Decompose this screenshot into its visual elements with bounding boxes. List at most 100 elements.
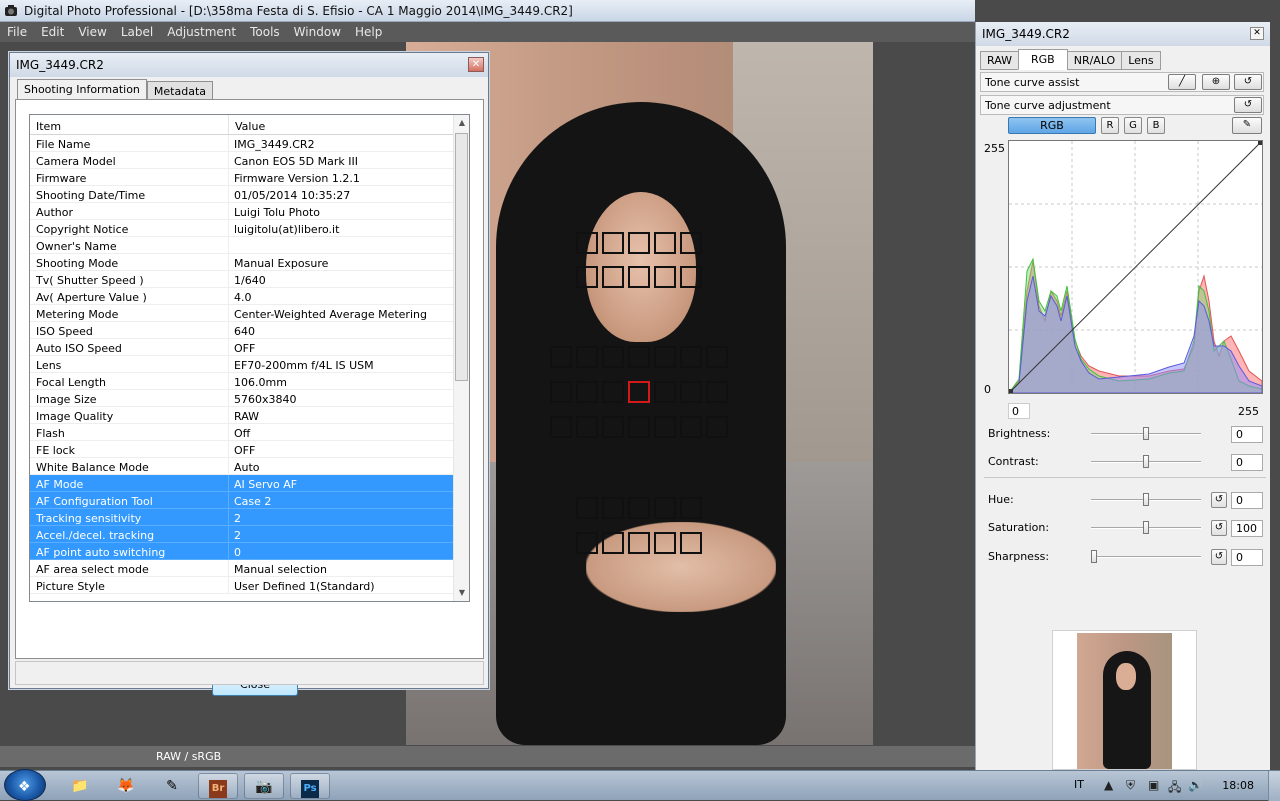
table-row[interactable]: Metering Mode Center-Weighted Average Met… bbox=[30, 305, 469, 322]
tab-metadata[interactable]: Metadata bbox=[146, 81, 214, 101]
table-row[interactable]: AF Configuration Tool Case 2 bbox=[30, 492, 469, 509]
curve-linear-icon[interactable]: ╱ bbox=[1168, 74, 1196, 90]
menu-adjustment[interactable]: Adjustment bbox=[160, 25, 243, 39]
table-row[interactable]: Camera Model Canon EOS 5D Mark III bbox=[30, 152, 469, 169]
tab-raw[interactable]: RAW bbox=[980, 51, 1019, 70]
slider-thumb[interactable] bbox=[1091, 550, 1097, 563]
navigator-thumbnail[interactable] bbox=[1052, 630, 1197, 770]
table-row[interactable]: White Balance Mode Auto bbox=[30, 458, 469, 475]
vertical-scrollbar[interactable]: ▲ ▼ bbox=[453, 115, 469, 601]
menu-tools[interactable]: Tools bbox=[243, 25, 287, 39]
table-row[interactable]: Focal Length 106.0mm bbox=[30, 373, 469, 390]
table-row[interactable]: Owner's Name bbox=[30, 237, 469, 254]
close-icon[interactable]: ✕ bbox=[468, 57, 484, 72]
table-row[interactable]: ISO Speed 640 bbox=[30, 322, 469, 339]
table-row[interactable]: Picture Style User Defined 1(Standard) bbox=[30, 577, 469, 594]
reset-icon[interactable]: ↺ bbox=[1211, 492, 1227, 508]
table-row[interactable]: Shooting Mode Manual Exposure bbox=[30, 254, 469, 271]
slider-value-field[interactable]: 0 bbox=[1231, 426, 1263, 443]
menu-help[interactable]: Help bbox=[348, 25, 389, 39]
af-point bbox=[602, 232, 624, 254]
table-row[interactable]: Shooting Date/Time 01/05/2014 10:35:27 bbox=[30, 186, 469, 203]
menu-edit[interactable]: Edit bbox=[34, 25, 71, 39]
table-row[interactable]: Firmware Firmware Version 1.2.1 bbox=[30, 169, 469, 186]
tab-shooting-information[interactable]: Shooting Information bbox=[17, 79, 147, 101]
channel-r-button[interactable]: R bbox=[1101, 117, 1119, 134]
slider-value-field[interactable]: 0 bbox=[1231, 549, 1263, 566]
tab-lens[interactable]: Lens bbox=[1121, 51, 1161, 70]
table-row[interactable]: Author Luigi Tolu Photo bbox=[30, 203, 469, 220]
slider-thumb[interactable] bbox=[1143, 427, 1149, 440]
show-desktop-button[interactable] bbox=[1268, 771, 1280, 801]
tone-curve-histogram[interactable] bbox=[1007, 140, 1263, 394]
table-row[interactable]: Flash Off bbox=[30, 424, 469, 441]
table-row[interactable]: Image Quality RAW bbox=[30, 407, 469, 424]
table-row[interactable]: Auto ISO Speed OFF bbox=[30, 339, 469, 356]
scroll-thumb[interactable] bbox=[455, 133, 468, 381]
table-row[interactable]: Copyright Notice luigitolu(at)libero.it bbox=[30, 220, 469, 237]
cell-item: ISO Speed bbox=[30, 322, 229, 338]
eyedropper-icon[interactable]: ✎ bbox=[1232, 117, 1262, 134]
slider-track[interactable] bbox=[1091, 556, 1201, 558]
clock[interactable]: 18:08 bbox=[1222, 779, 1254, 792]
column-header-value[interactable]: Value bbox=[229, 115, 271, 134]
start-button[interactable]: ❖ bbox=[4, 769, 46, 801]
slider-value-field[interactable]: 100 bbox=[1231, 520, 1263, 537]
reset-icon[interactable]: ↺ bbox=[1211, 520, 1227, 536]
table-row[interactable]: Lens EF70-200mm f/4L IS USM bbox=[30, 356, 469, 373]
menu-window[interactable]: Window bbox=[287, 25, 348, 39]
table-row[interactable]: File Name IMG_3449.CR2 bbox=[30, 135, 469, 152]
menu-label[interactable]: Label bbox=[114, 25, 160, 39]
scroll-down-icon[interactable]: ▼ bbox=[454, 585, 469, 601]
explorer-icon[interactable]: 📁 bbox=[60, 773, 100, 799]
table-row[interactable]: Av( Aperture Value ) 4.0 bbox=[30, 288, 469, 305]
slider-thumb[interactable] bbox=[1143, 455, 1149, 468]
slider-thumb[interactable] bbox=[1143, 521, 1149, 534]
firefox-icon[interactable]: 🦊 bbox=[106, 773, 146, 799]
security-shield-icon[interactable]: ⛨ bbox=[1126, 778, 1135, 793]
pen-tool-icon[interactable]: ✎ bbox=[152, 773, 192, 799]
bridge-icon[interactable]: Br bbox=[198, 773, 238, 799]
table-row[interactable]: Image Size 5760x3840 bbox=[30, 390, 469, 407]
slider-value-field[interactable]: 0 bbox=[1231, 454, 1263, 471]
tone-reset-icon[interactable]: ↺ bbox=[1234, 97, 1262, 113]
slider-value-field[interactable]: 0 bbox=[1231, 492, 1263, 509]
table-row[interactable]: Tv( Shutter Speed ) 1/640 bbox=[30, 271, 469, 288]
af-point bbox=[680, 232, 702, 254]
table-row[interactable]: AF area select mode Manual selection bbox=[30, 560, 469, 577]
table-row[interactable]: AF Mode AI Servo AF bbox=[30, 475, 469, 492]
cell-value: 4.0 bbox=[234, 291, 252, 304]
cell-value: Firmware Version 1.2.1 bbox=[234, 172, 360, 185]
reset-icon[interactable]: ↺ bbox=[1211, 549, 1227, 565]
cell-value: User Defined 1(Standard) bbox=[234, 580, 375, 593]
cell-value: 01/05/2014 10:35:27 bbox=[234, 189, 351, 202]
curve-auto-icon[interactable]: ⊕ bbox=[1202, 74, 1230, 90]
table-row[interactable]: Accel./decel. tracking 2 bbox=[30, 526, 469, 543]
tab-nr-alo[interactable]: NR/ALO bbox=[1066, 51, 1123, 70]
input-min-field[interactable]: 0 bbox=[1008, 403, 1030, 419]
tab-rgb[interactable]: RGB bbox=[1018, 49, 1068, 70]
menu-file[interactable]: File bbox=[0, 25, 34, 39]
channel-b-button[interactable]: B bbox=[1147, 117, 1165, 134]
tray-expand-icon[interactable]: ▲ bbox=[1104, 778, 1113, 792]
tray-app-icon[interactable]: ▣ bbox=[1148, 778, 1159, 792]
column-header-item[interactable]: Item bbox=[30, 115, 229, 134]
table-row[interactable]: AF point auto switching 0 bbox=[30, 543, 469, 560]
scroll-up-icon[interactable]: ▲ bbox=[454, 115, 469, 131]
cell-item: Focal Length bbox=[30, 373, 229, 389]
slider-thumb[interactable] bbox=[1143, 493, 1149, 506]
language-indicator[interactable]: IT bbox=[1074, 778, 1084, 791]
af-point bbox=[706, 416, 728, 438]
menu-bar: File Edit View Label Adjustment Tools Window He… bbox=[0, 22, 975, 42]
channel-g-button[interactable]: G bbox=[1124, 117, 1142, 134]
channel-rgb-button[interactable]: RGB bbox=[1008, 117, 1096, 134]
dpp-camera-icon[interactable]: 📷 bbox=[244, 773, 284, 799]
photoshop-icon[interactable]: Ps bbox=[290, 773, 330, 799]
menu-view[interactable]: View bbox=[71, 25, 113, 39]
table-row[interactable]: Tracking sensitivity 2 bbox=[30, 509, 469, 526]
network-icon[interactable]: 🖧 bbox=[1168, 778, 1181, 799]
curve-reset-icon[interactable]: ↺ bbox=[1234, 74, 1262, 90]
close-icon[interactable]: ✕ bbox=[1250, 27, 1264, 40]
table-row[interactable]: FE lock OFF bbox=[30, 441, 469, 458]
volume-icon[interactable]: 🔊 bbox=[1188, 778, 1203, 792]
